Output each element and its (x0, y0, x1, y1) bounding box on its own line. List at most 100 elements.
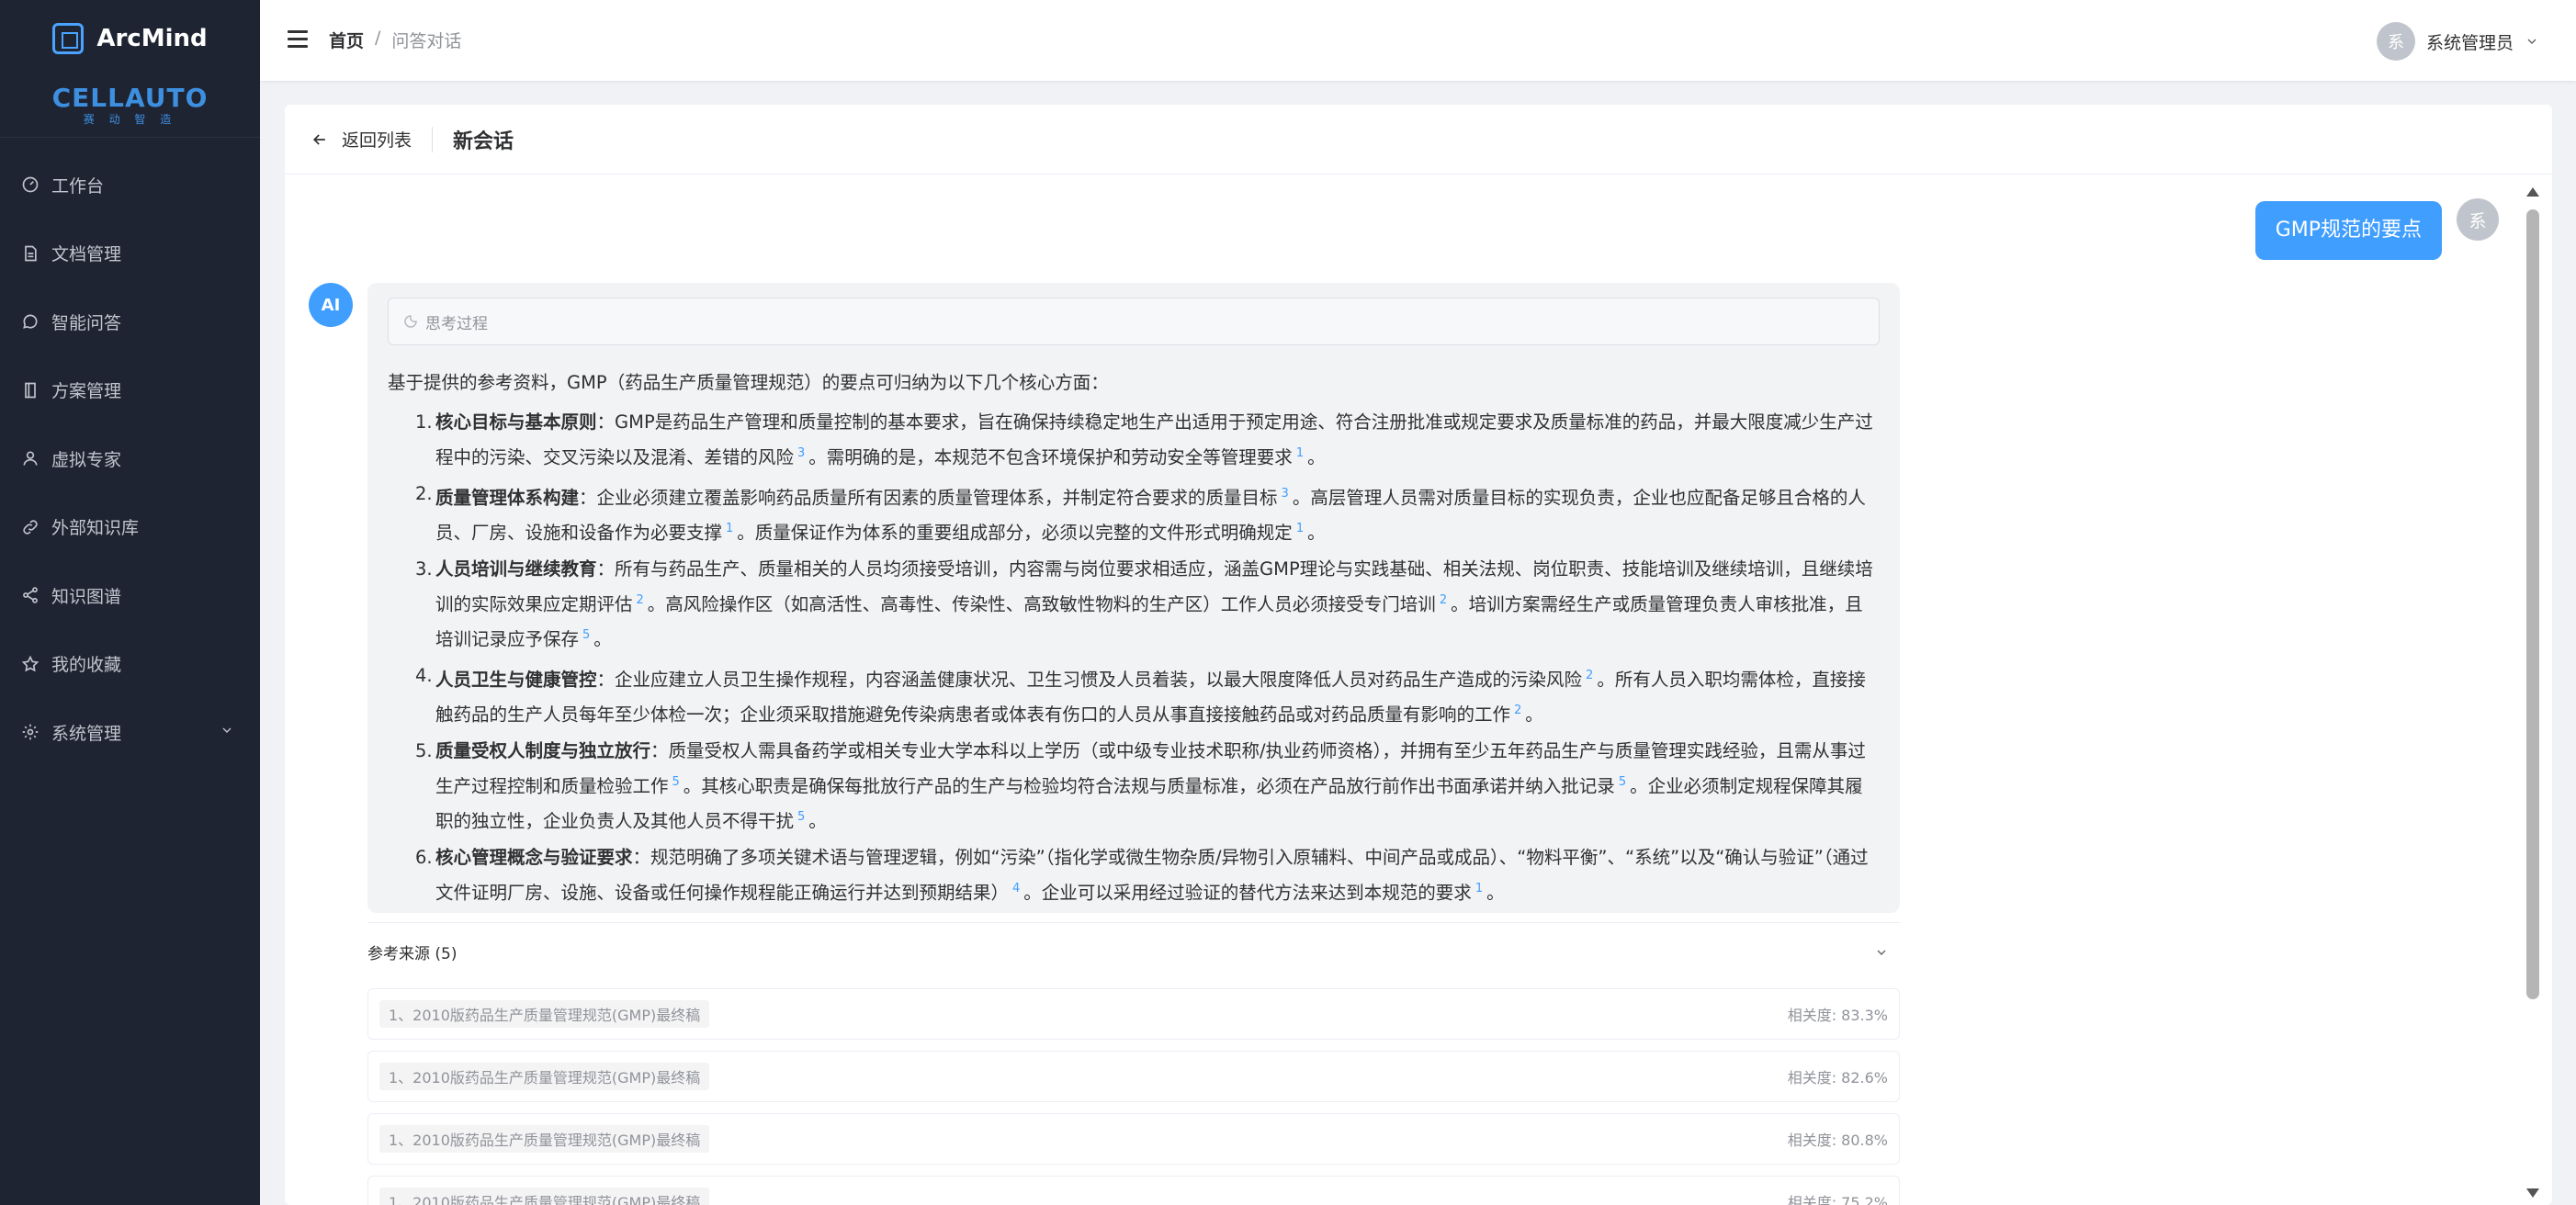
chat-card: 返回列表 新会话 GMP规范的要点 系 AI 思考过程 基于提供的参考资料，GM… (285, 105, 2552, 1205)
answer-point: 3. 人员培训与继续教育：所有与药品生产、质量相关的人员均须接受培训，内容需与岗位… (388, 554, 1880, 656)
citation-link[interactable]: 5 (672, 775, 680, 789)
relevance-score: 相关度: 82.6% (1787, 1069, 1888, 1087)
breadcrumb-current: 问答对话 (391, 31, 462, 51)
book-icon (20, 380, 40, 400)
point-number: 5. (415, 739, 433, 761)
citation-link[interactable]: 4 (1012, 882, 1020, 895)
point-number: 4. (415, 664, 433, 686)
back-to-list-button[interactable]: 返回列表 (311, 127, 412, 152)
sidebar-item-external-kb[interactable]: 外部知识库 (0, 493, 260, 562)
thinking-label: 思考过程 (425, 314, 488, 333)
sidebar-item-label: 文档管理 (51, 244, 122, 265)
citation-link[interactable]: 3 (797, 446, 805, 460)
chevron-down-icon (1877, 950, 1886, 955)
citation-link[interactable]: 3 (1282, 487, 1289, 501)
point-text: 。高风险操作区（如高活性、高毒性、传染性、高致敏性物料的生产区）工作人员必须接受… (647, 593, 1436, 614)
relevance-score: 相关度: 75.2% (1787, 1194, 1888, 1205)
breadcrumb-separator: / (375, 28, 381, 48)
sources-header[interactable]: 参考来源 (5) (367, 940, 1900, 963)
citation-link[interactable]: 5 (1619, 775, 1626, 789)
point-title: 质量受权人制度与独立放行 (435, 739, 651, 761)
source-item[interactable]: 1、2010版药品生产质量管理规范(GMP)最终稿 相关度: 82.6% (367, 1051, 1900, 1102)
back-label: 返回列表 (342, 130, 412, 151)
avatar: 系 (2457, 198, 2499, 241)
point-title: 人员培训与继续教育 (435, 557, 597, 580)
scrollbar[interactable] (2525, 187, 2541, 1198)
ai-avatar: AI (309, 283, 353, 327)
dashboard-icon (20, 175, 40, 195)
sidebar-item-favorites[interactable]: 我的收藏 (0, 630, 260, 699)
user-menu[interactable]: 系 系统管理员 (2376, 22, 2539, 61)
point-number: 6. (415, 846, 433, 868)
top-header: 首页 / 问答对话 系 系统管理员 (260, 0, 2576, 81)
source-item[interactable]: 1、2010版药品生产质量管理规范(GMP)最终稿 相关度: 80.8% (367, 1113, 1900, 1165)
star-icon (20, 654, 40, 674)
source-name: 1、2010版药品生产质量管理规范(GMP)最终稿 (379, 1125, 710, 1153)
citation-link[interactable]: 1 (1296, 446, 1304, 460)
citation-link[interactable]: 5 (582, 628, 590, 642)
sidebar-item-workbench[interactable]: 工作台 (0, 151, 260, 220)
source-item[interactable]: 1、2010版药品生产质量管理规范(GMP)最终稿 相关度: 83.3% (367, 988, 1900, 1040)
sidebar-item-label: 知识图谱 (51, 586, 122, 607)
sources-title: 参考来源 (5) (367, 945, 458, 963)
source-item[interactable]: 1、2010版药品生产质量管理规范(GMP)最终稿 相关度: 75.2% (367, 1176, 1900, 1205)
sidebar-item-label: 系统管理 (51, 723, 122, 744)
citation-link[interactable]: 2 (1440, 593, 1447, 607)
sidebar-item-documents[interactable]: 文档管理 (0, 220, 260, 288)
chevron-down-icon (220, 722, 234, 742)
citation-link[interactable]: 2 (1514, 704, 1521, 717)
answer-point: 6. 核心管理概念与验证要求：规范明确了多项关键术语与管理逻辑，例如“污染”（指化… (388, 842, 1880, 909)
user-icon (20, 448, 40, 468)
brand[interactable]: ArcMind (0, 0, 260, 77)
scroll-up-icon[interactable] (2526, 187, 2539, 197)
gear-icon (20, 722, 40, 742)
breadcrumb-home[interactable]: 首页 (329, 28, 364, 52)
citation-link[interactable]: 1 (726, 522, 733, 535)
point-text: 。 (1307, 522, 1326, 544)
user-message: GMP规范的要点 (2254, 201, 2442, 260)
sidebar-item-experts[interactable]: 虚拟专家 (0, 424, 260, 493)
point-title: 质量管理体系构建 (435, 487, 580, 508)
scrollbar-thumb[interactable] (2526, 209, 2539, 999)
citation-link[interactable]: 5 (797, 810, 805, 824)
breadcrumb: 首页 / 问答对话 (329, 28, 461, 52)
point-title: 人员卫生与健康管控 (435, 669, 597, 690)
chevron-down-icon (2527, 39, 2536, 44)
point-text: 。质量保证作为体系的重要组成部分，必须以完整的文件形式明确规定 (737, 522, 1293, 544)
divider (432, 126, 434, 152)
company-logo: CELLAUTO 赛 动 智 造 (0, 77, 260, 138)
menu-toggle-icon[interactable] (288, 30, 308, 49)
source-name: 1、2010版药品生产质量管理规范(GMP)最终稿 (379, 1188, 710, 1205)
user-name: 系统管理员 (2425, 32, 2514, 53)
point-text: 。需明确的是，本规范不包含环境保护和劳动安全等管理要求 (808, 446, 1293, 468)
point-number: 3. (415, 557, 433, 580)
relevance-score: 相关度: 83.3% (1787, 1007, 1888, 1024)
scroll-down-icon[interactable] (2526, 1188, 2539, 1198)
point-text: 。企业可以采用经过验证的替代方法来达到本规范的要求 (1023, 882, 1472, 903)
sidebar-item-label: 虚拟专家 (51, 449, 122, 470)
sidebar-item-plans[interactable]: 方案管理 (0, 356, 260, 425)
source-name: 1、2010版药品生产质量管理规范(GMP)最终稿 (379, 1000, 710, 1028)
citation-link[interactable]: 2 (637, 593, 644, 607)
sidebar-item-label: 智能问答 (51, 312, 122, 333)
point-title: 核心目标与基本原则 (435, 411, 597, 433)
sidebar-item-knowledge-graph[interactable]: 知识图谱 (0, 561, 260, 630)
sidebar-item-qa[interactable]: 智能问答 (0, 287, 260, 356)
citation-link[interactable]: 1 (1475, 882, 1483, 895)
sidebar-item-system[interactable]: 系统管理 (0, 698, 260, 767)
page-title: 新会话 (453, 130, 514, 153)
share-icon (20, 585, 40, 605)
divider (367, 922, 1900, 923)
thinking-process-toggle[interactable]: 思考过程 (388, 298, 1880, 345)
point-text: 。 (1486, 882, 1505, 903)
citation-link[interactable]: 2 (1586, 669, 1593, 682)
citation-link[interactable]: 1 (1296, 522, 1304, 535)
sidebar-item-label: 工作台 (51, 175, 105, 197)
answer-point: 2. 质量管理体系构建：企业必须建立覆盖影响药品质量所有因素的质量管理体系，并制定… (388, 479, 1880, 549)
ai-message: 思考过程 基于提供的参考资料，GMP（药品生产质量管理规范）的要点可归纳为以下几… (367, 283, 1900, 913)
company-logo-text: CELLAUTO (51, 83, 209, 113)
sidebar-item-label: 我的收藏 (51, 655, 122, 676)
relevance-score: 相关度: 80.8% (1787, 1132, 1888, 1149)
answer-point: 5. 质量受权人制度与独立放行：质量受权人需具备药学或相关专业大学本科以上学历（或… (388, 736, 1880, 838)
arrow-left-icon (312, 133, 325, 145)
